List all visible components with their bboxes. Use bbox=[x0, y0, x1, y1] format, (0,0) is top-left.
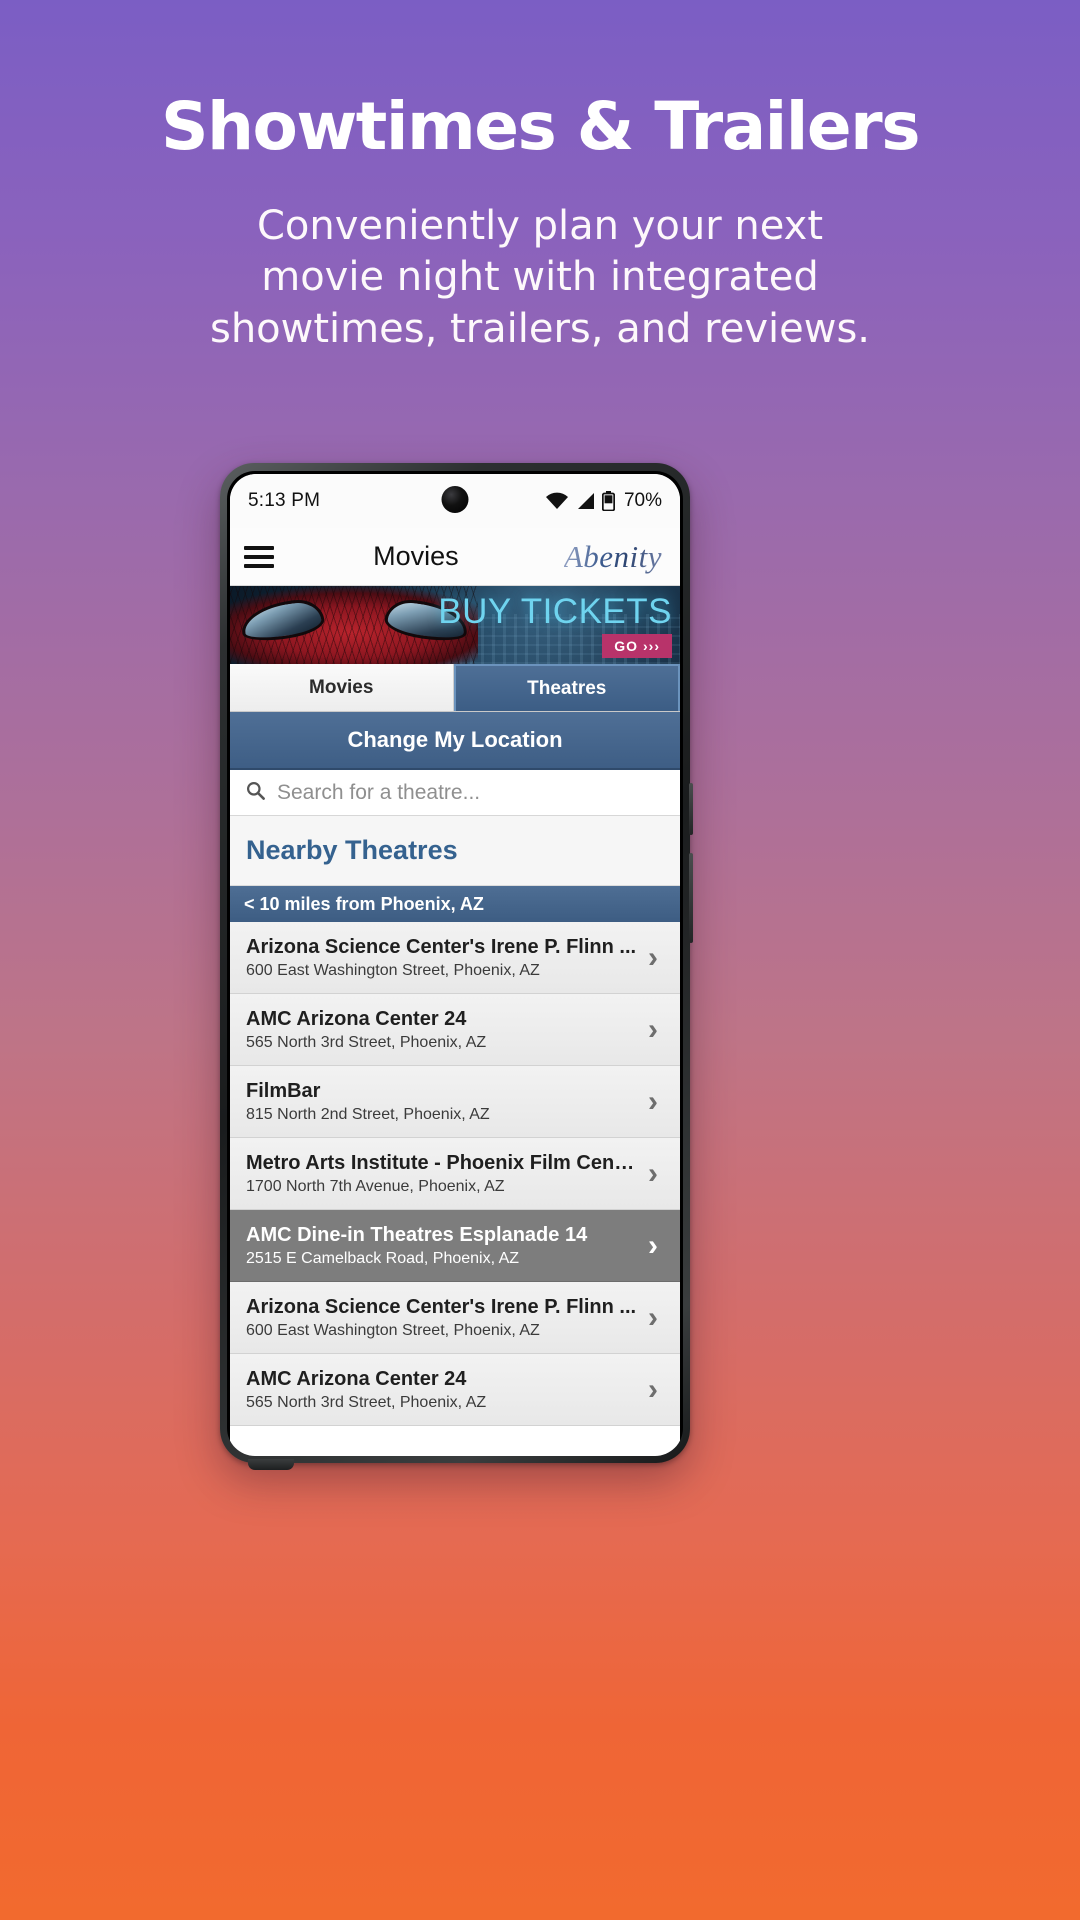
chevron-right-triple-icon: ››› bbox=[643, 638, 660, 654]
chevron-right-icon: › bbox=[648, 1372, 658, 1406]
banner-go-button[interactable]: GO ››› bbox=[602, 634, 672, 658]
nearby-theatres-heading: Nearby Theatres bbox=[246, 835, 458, 865]
theatre-name: Arizona Science Center's Irene P. Flinn … bbox=[246, 1295, 637, 1318]
chevron-right-icon: › bbox=[648, 1300, 658, 1334]
battery-percent-label: 70% bbox=[623, 490, 662, 511]
table-row[interactable]: Arizona Science Center's Irene P. Flinn … bbox=[230, 922, 680, 994]
nearby-theatres-section: Nearby Theatres bbox=[230, 816, 680, 886]
theatre-address: 600 East Washington Street, Phoenix, AZ bbox=[246, 1321, 540, 1339]
chevron-right-icon: › bbox=[648, 1156, 658, 1190]
table-row[interactable]: AMC Arizona Center 24 565 North 3rd Stre… bbox=[230, 994, 680, 1066]
promo-subtitle-line-2: movie night with integrated bbox=[261, 254, 819, 301]
theatre-name: AMC Arizona Center 24 bbox=[246, 1367, 467, 1390]
theatre-name: Metro Arts Institute - Phoenix Film Cent… bbox=[246, 1151, 638, 1174]
theatre-address: 815 North 2nd Street, Phoenix, AZ bbox=[246, 1105, 490, 1123]
phone-bottom-nub bbox=[248, 1459, 294, 1470]
theatre-address: 2515 E Camelback Road, Phoenix, AZ bbox=[246, 1249, 520, 1267]
phone-screen: 5:13 PM 70% Movies Abenity BUY TICKETS G… bbox=[230, 474, 680, 1456]
phone-side-button-power[interactable] bbox=[689, 853, 693, 943]
theatre-list: Arizona Science Center's Irene P. Flinn … bbox=[230, 922, 680, 1426]
theatre-name: FilmBar bbox=[246, 1079, 321, 1102]
search-bar[interactable]: Search for a theatre... bbox=[230, 770, 680, 816]
search-input[interactable]: Search for a theatre... bbox=[277, 781, 480, 805]
status-bar: 5:13 PM 70% bbox=[230, 474, 680, 528]
chevron-right-icon: › bbox=[648, 1012, 658, 1046]
distance-header: < 10 miles from Phoenix, AZ bbox=[230, 886, 680, 922]
status-bar-time: 5:13 PM bbox=[248, 490, 321, 511]
battery-icon bbox=[601, 491, 615, 511]
banner-go-label: GO bbox=[614, 638, 638, 654]
abenity-logo: Abenity bbox=[564, 539, 666, 575]
phone-side-button-volume[interactable] bbox=[689, 783, 693, 835]
app-title: Movies bbox=[373, 541, 459, 571]
app-header: Movies Abenity bbox=[230, 528, 680, 586]
promo-block: Showtimes & Trailers Conveniently plan y… bbox=[0, 0, 1080, 355]
buy-tickets-banner[interactable]: BUY TICKETS GO ››› bbox=[230, 586, 680, 664]
phone-mockup: 5:13 PM 70% Movies Abenity BUY TICKETS G… bbox=[220, 463, 693, 1470]
chevron-right-icon: › bbox=[648, 1228, 658, 1262]
table-row[interactable]: Metro Arts Institute - Phoenix Film Cent… bbox=[230, 1138, 680, 1210]
change-location-button[interactable]: Change My Location bbox=[230, 712, 680, 770]
theatre-name: AMC Dine-in Theatres Esplanade 14 bbox=[246, 1223, 588, 1246]
banner-headline: BUY TICKETS bbox=[438, 592, 672, 631]
promo-subtitle-line-3: showtimes, trailers, and reviews. bbox=[209, 305, 871, 352]
promo-subtitle-line-1: Conveniently plan your next bbox=[257, 203, 823, 250]
theatre-name: AMC Arizona Center 24 bbox=[246, 1007, 467, 1030]
theatre-address: 600 East Washington Street, Phoenix, AZ bbox=[246, 961, 540, 979]
page-title: Showtimes & Trailers bbox=[160, 88, 921, 165]
promo-subtitle: Conveniently plan your next movie night … bbox=[0, 201, 1080, 355]
theatre-address: 565 North 3rd Street, Phoenix, AZ bbox=[246, 1033, 487, 1051]
cellular-signal-icon bbox=[576, 492, 595, 510]
wifi-icon bbox=[545, 492, 569, 510]
front-camera-punchhole-icon bbox=[441, 486, 469, 513]
theatre-address: 1700 North 7th Avenue, Phoenix, AZ bbox=[246, 1177, 505, 1195]
chevron-right-icon: › bbox=[648, 940, 658, 974]
table-row[interactable]: Arizona Science Center's Irene P. Flinn … bbox=[230, 1282, 680, 1354]
table-row-selected[interactable]: AMC Dine-in Theatres Esplanade 14 2515 E… bbox=[230, 1210, 680, 1282]
tab-movies[interactable]: Movies bbox=[230, 664, 454, 711]
phone-bezel: 5:13 PM 70% Movies Abenity BUY TICKETS G… bbox=[227, 471, 683, 1456]
status-bar-icons: 70% bbox=[545, 490, 662, 512]
tab-bar: Movies Theatres bbox=[230, 664, 680, 712]
table-row[interactable]: FilmBar 815 North 2nd Street, Phoenix, A… bbox=[230, 1066, 680, 1138]
theatre-name: Arizona Science Center's Irene P. Flinn … bbox=[246, 935, 637, 958]
tab-theatres[interactable]: Theatres bbox=[453, 664, 680, 711]
theatre-address: 565 North 3rd Street, Phoenix, AZ bbox=[246, 1393, 487, 1411]
table-row[interactable]: AMC Arizona Center 24 565 North 3rd Stre… bbox=[230, 1354, 680, 1426]
chevron-right-icon: › bbox=[648, 1084, 658, 1118]
search-icon bbox=[246, 781, 265, 805]
